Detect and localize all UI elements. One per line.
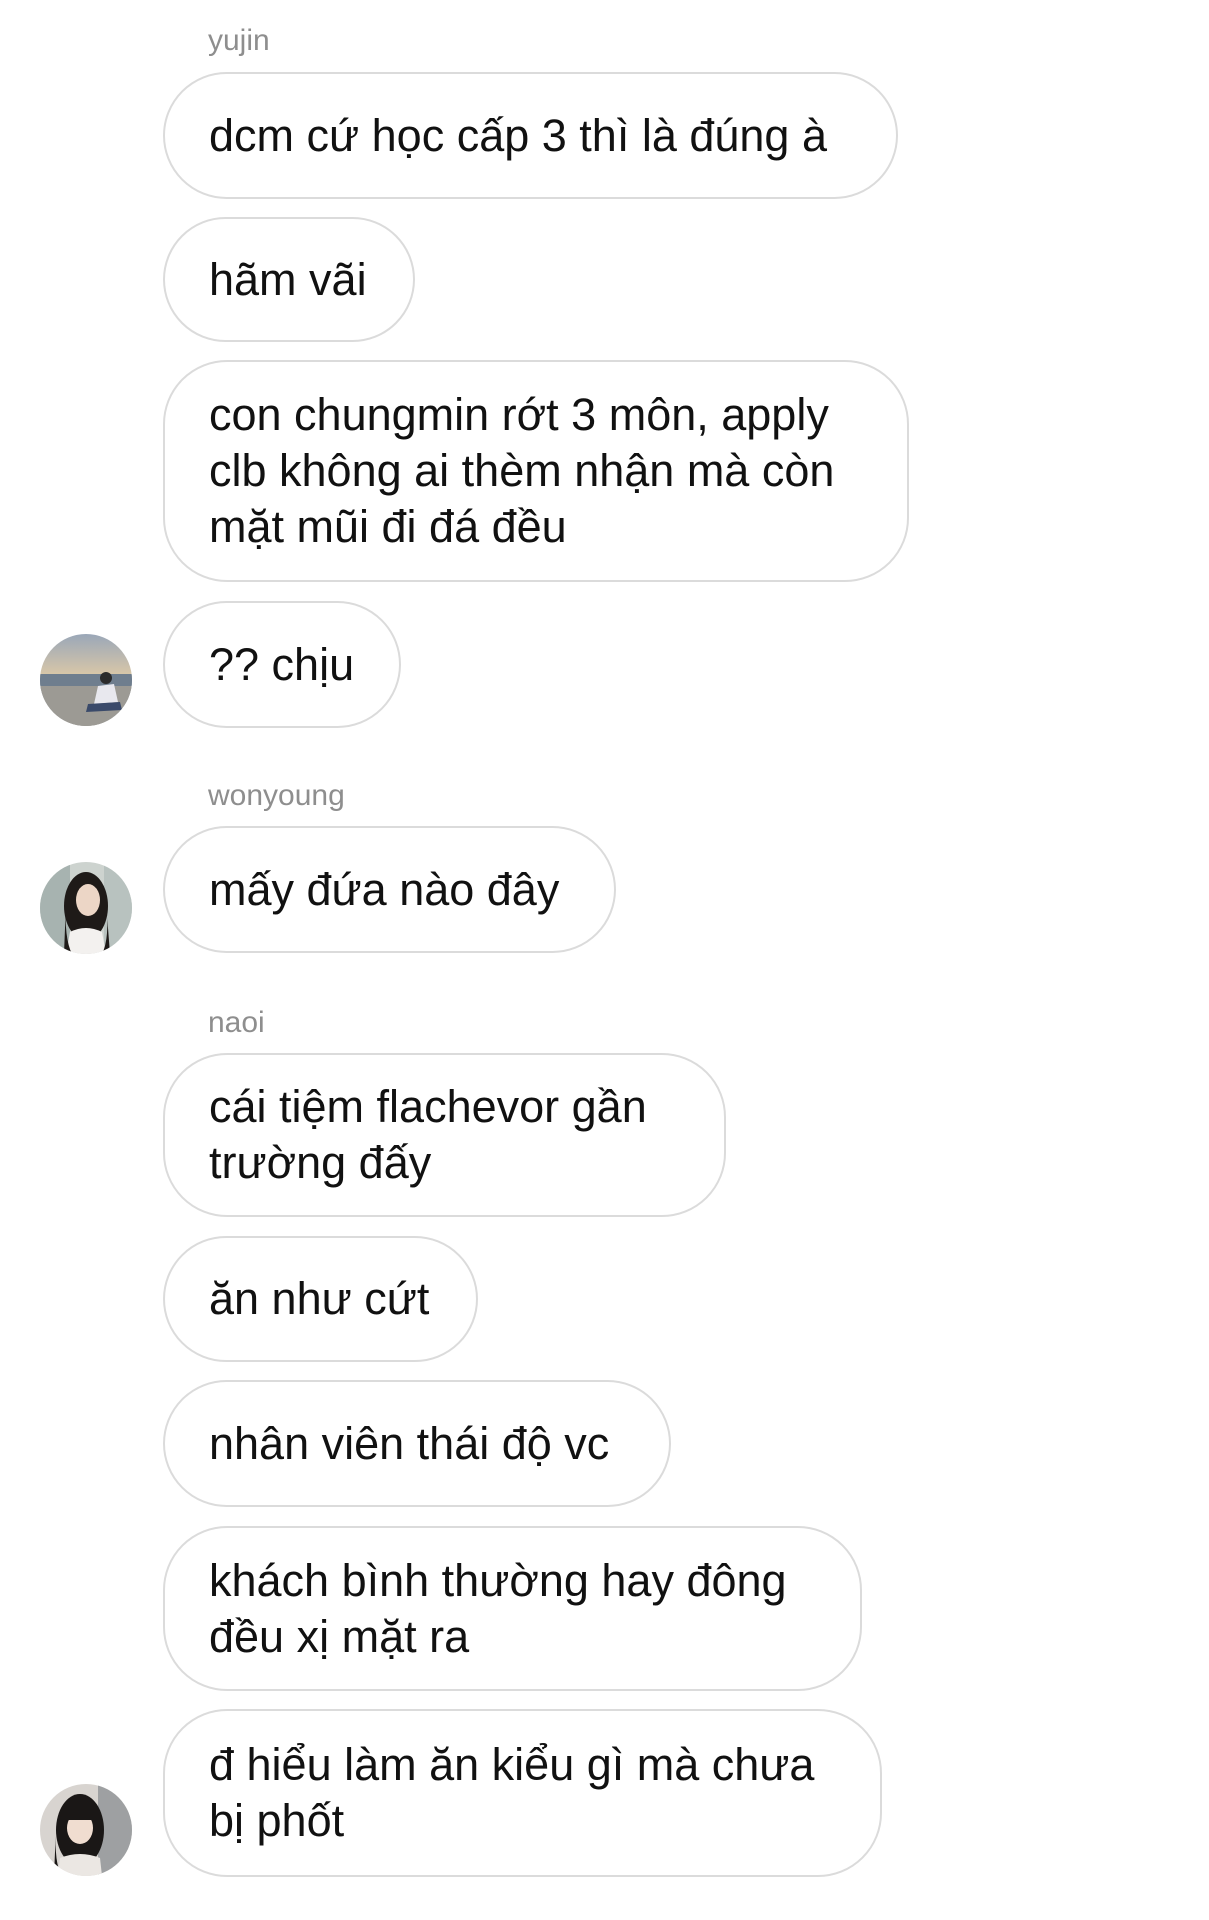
message-bubble[interactable]: dcm cứ học cấp 3 thì là đúng à [163, 72, 898, 199]
sender-name: yujin [208, 24, 270, 57]
sender-name: wonyoung [208, 779, 345, 812]
avatar-photo-girl-bangs-icon[interactable] [40, 1784, 132, 1876]
message-bubble[interactable]: khách bình thường hay đông đều xị mặt ra [163, 1526, 862, 1691]
message-bubble[interactable]: nhân viên thái độ vc [163, 1380, 671, 1507]
message-bubble[interactable]: hãm vãi [163, 217, 415, 342]
message-bubble[interactable]: ăn như cứt [163, 1236, 478, 1362]
sender-name: naoi [208, 1006, 265, 1039]
message-bubble[interactable]: cái tiệm flachevor gần trường đấy [163, 1053, 726, 1217]
avatar-photo-girl-dark-hair-icon[interactable] [40, 862, 132, 954]
avatar-photo-seaside-icon[interactable] [40, 634, 132, 726]
message-bubble[interactable]: mấy đứa nào đây [163, 826, 616, 953]
message-bubble[interactable]: ?? chịu [163, 601, 401, 728]
message-bubble[interactable]: đ hiểu làm ăn kiểu gì mà chưa bị phốt [163, 1709, 882, 1877]
message-bubble[interactable]: con chungmin rớt 3 môn, apply clb không … [163, 360, 909, 582]
